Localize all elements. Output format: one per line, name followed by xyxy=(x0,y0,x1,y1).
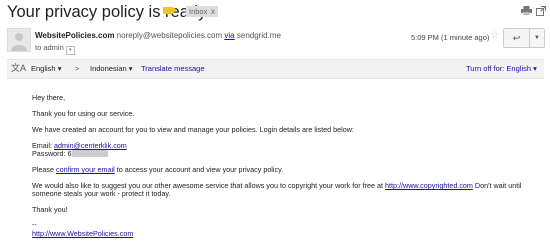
translate-bar xyxy=(7,59,544,79)
body-password-row: Password: 6 xyxy=(32,149,108,158)
translate-message-link[interactable]: Translate message xyxy=(141,64,205,73)
body-greeting: Hey there, xyxy=(32,93,66,102)
print-icon[interactable] xyxy=(521,6,532,15)
reply-icon: ↩ xyxy=(512,33,521,43)
more-options-button[interactable]: ▼ xyxy=(529,28,545,48)
signature-dashes: -- xyxy=(32,220,37,229)
translate-arrow-icon: > xyxy=(75,64,80,73)
recipient-line: to admin ▾ xyxy=(35,43,75,55)
recipient-text: to admin xyxy=(35,43,64,52)
avatar-person-icon xyxy=(11,33,27,51)
body-created: We have created an account for you to vi… xyxy=(32,125,354,134)
remove-label-button[interactable]: x xyxy=(208,6,218,17)
source-language-select[interactable]: English ▾ xyxy=(31,64,61,73)
body-confirm: Please confirm your email to access your… xyxy=(32,165,283,174)
new-window-icon[interactable] xyxy=(536,6,546,16)
copyrighted-link[interactable]: http://www.copyrighted.com xyxy=(385,181,473,190)
chevron-down-icon: ▼ xyxy=(534,35,540,41)
reply-button[interactable]: ↩ xyxy=(503,28,530,48)
sender-email: noreply@websitepolicies.com xyxy=(116,31,223,40)
email-time: 5:09 PM (1 minute ago) xyxy=(411,33,490,42)
body-suggest-line2: someone steals your work - protect it to… xyxy=(32,189,171,198)
target-language-label: Indonesian xyxy=(90,64,127,73)
body-thank-you: Thank you! xyxy=(32,205,68,214)
star-icon[interactable]: ☆ xyxy=(490,31,499,41)
inbox-label-chip[interactable]: Inbox xyxy=(186,6,211,17)
target-language-select[interactable]: Indonesian ▾ xyxy=(90,64,133,73)
password-value: 6 xyxy=(67,149,72,158)
confirm-post: to access your account and view your pri… xyxy=(116,165,284,174)
redacted-password xyxy=(71,150,108,157)
sender-line: WebsitePolicies.com noreply@websitepolic… xyxy=(35,31,281,40)
translate-icon: 文A xyxy=(11,63,27,73)
sender-avatar xyxy=(7,28,31,52)
confirm-email-link[interactable]: confirm your email xyxy=(56,165,115,174)
source-language-label: English xyxy=(31,64,56,73)
password-label: Password: xyxy=(32,149,66,158)
turn-off-label: Turn off for: English xyxy=(466,64,532,73)
sender-name: WebsitePolicies.com xyxy=(35,31,115,40)
label-tag-icon[interactable] xyxy=(163,7,177,14)
via-label[interactable]: via xyxy=(224,31,234,40)
via-domain: sendgrid.me xyxy=(236,31,281,40)
body-thanks: Thank you for using our service. xyxy=(32,109,135,118)
suggest-post: Don't wait until xyxy=(474,181,522,190)
show-details-icon[interactable]: ▾ xyxy=(65,46,75,55)
confirm-pre: Please xyxy=(32,165,54,174)
websitepolicies-link[interactable]: http://www.WebsitePolicies.com xyxy=(32,229,133,238)
turn-off-translation-link[interactable]: Turn off for: English ▾ xyxy=(466,64,537,73)
signature-link-row: http://www.WebsitePolicies.com xyxy=(32,229,133,238)
